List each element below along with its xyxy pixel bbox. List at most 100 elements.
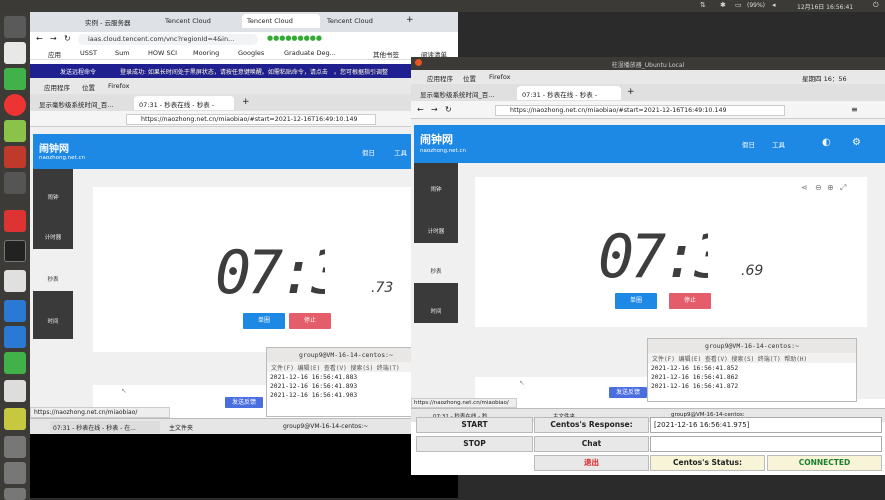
menu-firefox[interactable]: Firefox [489, 73, 511, 81]
extension-icon[interactable]: ●●●●●●●●● [267, 34, 322, 42]
disk-icon[interactable] [4, 380, 26, 402]
address-bar[interactable]: iaas.cloud.tencent.com/vnc?regionId=4&in… [78, 34, 258, 45]
menu-apps[interactable]: 应用程序 [427, 73, 453, 83]
win2-site-logo[interactable]: 闹钟网 [420, 131, 453, 147]
win2-tab-time[interactable]: 显示毫秒级系统时间_百... [415, 86, 515, 100]
stop-button[interactable]: 停止 [289, 313, 331, 329]
side-timer[interactable]: 计时器 [33, 209, 73, 249]
fullscreen-icon[interactable]: ⤢ [840, 183, 846, 193]
inner-tab-stopwatch[interactable]: 07:31 - 秒表在线 - 秒表 - [134, 96, 234, 110]
clock[interactable]: 12月16日 16:56:41 [797, 2, 853, 11]
send-command-button[interactable]: 发送远程命令 [60, 67, 96, 76]
bookmark-googles[interactable]: Googles [238, 49, 264, 57]
qt-icon[interactable] [4, 68, 26, 90]
tab-tencent-3[interactable]: Tencent Cloud [322, 14, 400, 28]
network-icon[interactable]: ⇅ [700, 1, 706, 9]
forward-icon[interactable]: → [431, 105, 438, 114]
menu-apps[interactable]: 应用程序 [44, 82, 70, 92]
nav-holidays[interactable]: 假日 [362, 147, 375, 157]
inner-address-bar[interactable]: https://naozhong.net.cn/miaobiao/#start=… [126, 114, 376, 125]
files-icon[interactable] [4, 42, 26, 64]
tab-tencent-1[interactable]: Tencent Cloud [160, 14, 238, 28]
vscode-icon-2[interactable] [4, 326, 26, 348]
bookmark-howsci[interactable]: HOW SCI [148, 49, 177, 57]
win2-feedback-button[interactable]: 发送反馈 [609, 387, 647, 398]
win2-nav-tools[interactable]: 工具 [772, 139, 785, 149]
site-logo[interactable]: 闹钟网 [39, 140, 69, 155]
chrome-icon[interactable] [4, 94, 26, 116]
contrast-icon[interactable]: ◐ [822, 137, 831, 148]
qt-creator-icon[interactable] [4, 352, 26, 374]
taskbar-home[interactable]: 主文件夹 [166, 421, 276, 433]
reload-icon[interactable]: ↻ [445, 105, 452, 114]
win2-clock[interactable]: 星期四 16：56 [802, 73, 847, 83]
stop-button-panel[interactable]: STOP [416, 436, 533, 452]
drive-icon-2[interactable] [4, 462, 26, 484]
vscode-icon[interactable] [4, 300, 26, 322]
magnifier-icon[interactable] [4, 408, 26, 430]
terminal-icon[interactable] [4, 240, 26, 262]
power-icon[interactable]: ⏻ [873, 1, 879, 10]
app-grid-icon[interactable] [4, 120, 26, 142]
close-icon[interactable]: x [415, 59, 422, 66]
side-time[interactable]: 时间 [33, 291, 73, 333]
text-editor-icon[interactable] [4, 270, 26, 292]
new-tab-icon[interactable]: + [406, 15, 414, 25]
win2-side-alarm[interactable]: 闹钟 [414, 163, 458, 203]
bookmark-sum[interactable]: Sum [115, 49, 130, 57]
share-icon[interactable]: ⋖ [801, 183, 808, 192]
bluetooth-icon[interactable]: ✱ [720, 1, 726, 9]
menu-icon[interactable]: ≡ [851, 105, 858, 114]
bookmark-apps[interactable]: 应用 [48, 49, 61, 59]
reload-icon[interactable]: ↻ [64, 34, 71, 43]
response-field[interactable]: [2021-12-16 16:56:41.975] [650, 417, 882, 433]
bookmark-other[interactable]: 其他书签 [373, 49, 399, 59]
tab-cvm[interactable]: 实例 - 云服务器 [80, 14, 158, 28]
side-stopwatch[interactable]: 秒表 [33, 249, 73, 291]
side-alarm[interactable]: 闹钟 [33, 169, 73, 209]
win2-address-bar[interactable]: https://naozhong.net.cn/miaobiao/#start=… [495, 105, 785, 116]
battery-icon[interactable]: ▭ [735, 1, 742, 9]
bookmark-mooring[interactable]: Mooring [193, 49, 219, 57]
forward-icon[interactable]: → [50, 34, 57, 43]
win2-side-time[interactable]: 时间 [414, 283, 458, 323]
menu-firefox[interactable]: Firefox [108, 82, 130, 90]
win2-new-tab-icon[interactable]: + [627, 87, 635, 97]
menu-places[interactable]: 位置 [82, 82, 95, 92]
trash-icon[interactable] [4, 488, 26, 500]
calculator-icon[interactable] [4, 146, 26, 168]
menu-places[interactable]: 位置 [463, 73, 476, 83]
start-button[interactable]: START [416, 417, 533, 433]
chat-button[interactable]: Chat [534, 436, 649, 452]
nav-tools[interactable]: 工具 [394, 147, 407, 157]
exit-button[interactable]: 退出 [534, 455, 649, 471]
drive-icon[interactable] [4, 436, 26, 458]
zoom-in-icon[interactable]: ⊕ [827, 183, 834, 192]
lap-button[interactable]: 单圈 [243, 313, 285, 329]
win2-tab-stopwatch[interactable]: 07:31 - 秒表在线 - 秒表 - [517, 86, 621, 100]
settings-gear-icon[interactable]: ⚙ [852, 137, 861, 148]
feedback-button[interactable]: 发送反馈 [225, 397, 263, 408]
archive-icon[interactable] [4, 172, 26, 194]
taskbar-firefox[interactable]: 07:31 - 秒表在线 - 秒表 - 在... [50, 421, 160, 433]
win2-side-timer[interactable]: 计时器 [414, 203, 458, 243]
win2-side-stopwatch[interactable]: 秒表 [414, 243, 458, 283]
back-icon[interactable]: ← [417, 105, 424, 114]
zoom-out-icon[interactable]: ⊖ [815, 183, 822, 192]
tab-tencent-2[interactable]: Tencent Cloud [242, 14, 320, 28]
dash-icon[interactable] [4, 16, 26, 38]
bookmark-usst[interactable]: USST [80, 49, 97, 57]
chat-input[interactable] [650, 436, 882, 452]
terminal-menu[interactable]: 文件(F) 编辑(E) 查看(V) 搜索(S) 终端(T) [267, 362, 425, 372]
win2-nav-holidays[interactable]: 假日 [742, 139, 755, 149]
settings-icon[interactable] [4, 210, 26, 232]
volume-icon[interactable]: ◂ [772, 1, 776, 9]
inner-new-tab-icon[interactable]: + [242, 97, 250, 107]
back-icon[interactable]: ← [36, 34, 43, 43]
terminal-2-menu[interactable]: 文件(F) 编辑(E) 查看(V) 搜索(S) 终端(T) 帮助(H) [648, 353, 856, 363]
inner-tab-time[interactable]: 显示毫秒级系统时间_百... [34, 96, 132, 110]
win2-lap-button[interactable]: 单圈 [615, 293, 657, 309]
taskbar-terminal[interactable]: group9@VM-16-14-centos:~ [280, 421, 390, 433]
win2-stop-button[interactable]: 停止 [669, 293, 711, 309]
bookmark-graduate[interactable]: Graduate Deg... [284, 49, 336, 57]
